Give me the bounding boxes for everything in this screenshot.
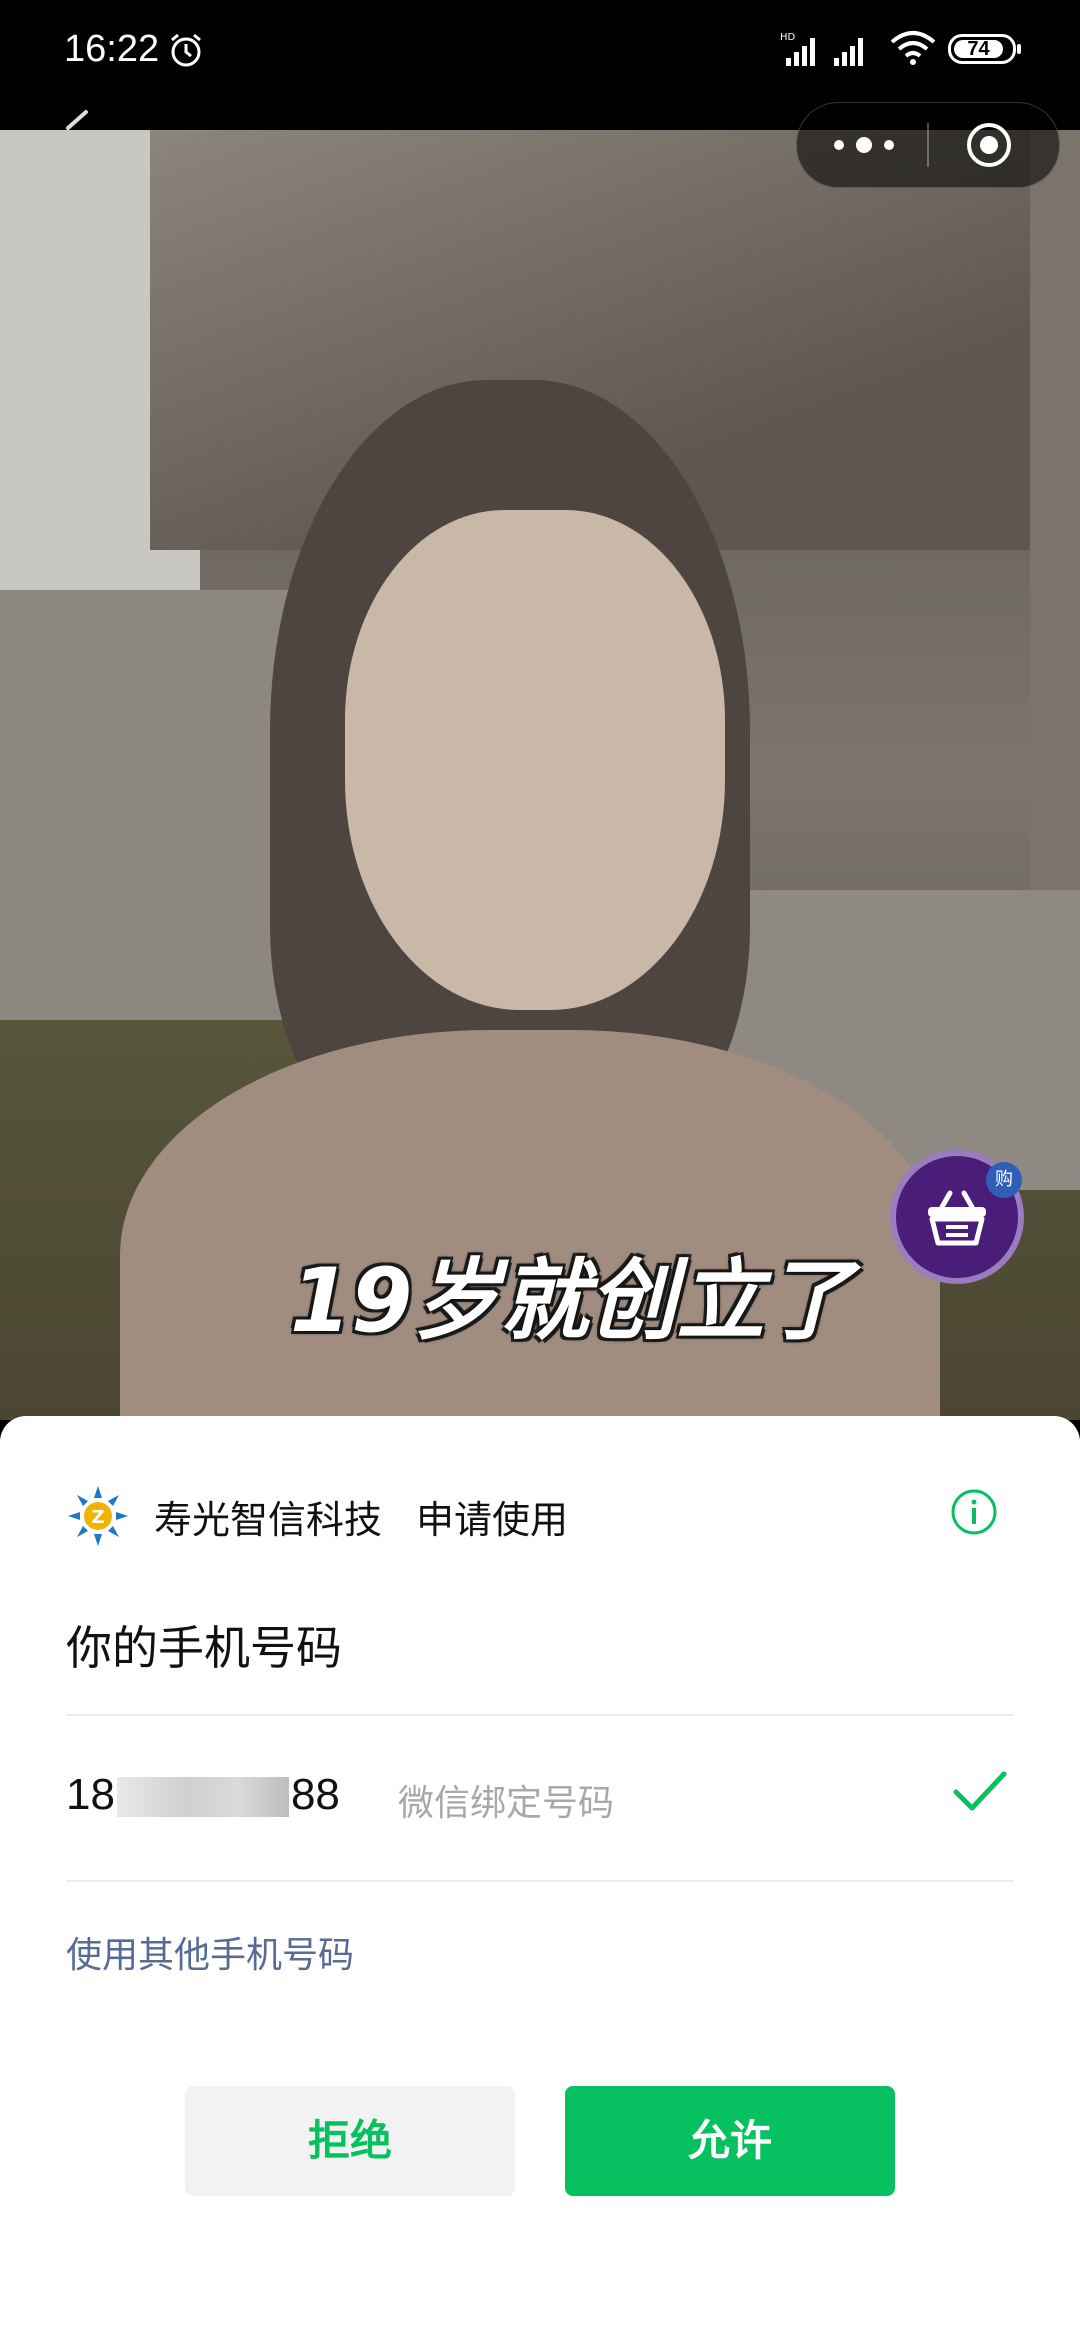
shop-badge: 购	[986, 1162, 1022, 1198]
info-icon[interactable]	[950, 1488, 998, 1536]
divider	[66, 1714, 1014, 1716]
masked-digits	[116, 1777, 289, 1818]
allow-button[interactable]: 允许	[565, 2086, 895, 2196]
svg-text:HD: HD	[780, 32, 796, 43]
miniprogram-capsule	[796, 102, 1060, 188]
use-other-phone-link[interactable]: 使用其他手机号码	[66, 1926, 354, 1978]
close-miniprogram-icon[interactable]	[965, 121, 1013, 169]
deny-button[interactable]: 拒绝	[185, 2086, 515, 2196]
checkmark-icon	[953, 1771, 1007, 1811]
phone-number[interactable]: 18 88	[66, 1770, 340, 1820]
wifi-icon	[890, 31, 936, 65]
divider	[66, 1880, 1014, 1882]
video-caption: 19岁就创立了	[290, 1249, 853, 1352]
shop-button[interactable]: 购	[890, 1150, 1024, 1284]
app-name: 寿光智信科技	[154, 1497, 383, 1542]
phone-prefix: 18	[66, 1770, 115, 1819]
phone-note: 微信绑定号码	[398, 1783, 615, 1824]
signal-icon	[834, 38, 863, 66]
phone-suffix: 88	[290, 1770, 340, 1819]
back-arrow-icon[interactable]	[58, 108, 98, 148]
app-header: Z 寿光智信科技 申请使用	[66, 1484, 568, 1548]
alarm-icon	[171, 33, 201, 67]
sheet-title: 你的手机号码	[66, 1621, 342, 1675]
more-dots-icon[interactable]	[829, 131, 899, 159]
status-time: 16:22	[64, 28, 160, 70]
request-text: 申请使用	[416, 1497, 569, 1542]
shopping-basket-icon	[928, 1190, 986, 1246]
phone-auth-sheet: Z 寿光智信科技 申请使用 你的手机号码 18 88 微信绑定号码 使用其他手机号…	[0, 1416, 1080, 2340]
video-player[interactable]: 19岁就创立了 购	[0, 130, 1080, 1420]
battery-icon: 74	[948, 34, 1021, 64]
svg-text:Z: Z	[91, 1507, 104, 1528]
signal-hd-icon: HD	[780, 32, 815, 66]
app-logo-icon: Z	[68, 1486, 128, 1546]
battery-level: 74	[954, 39, 1003, 59]
